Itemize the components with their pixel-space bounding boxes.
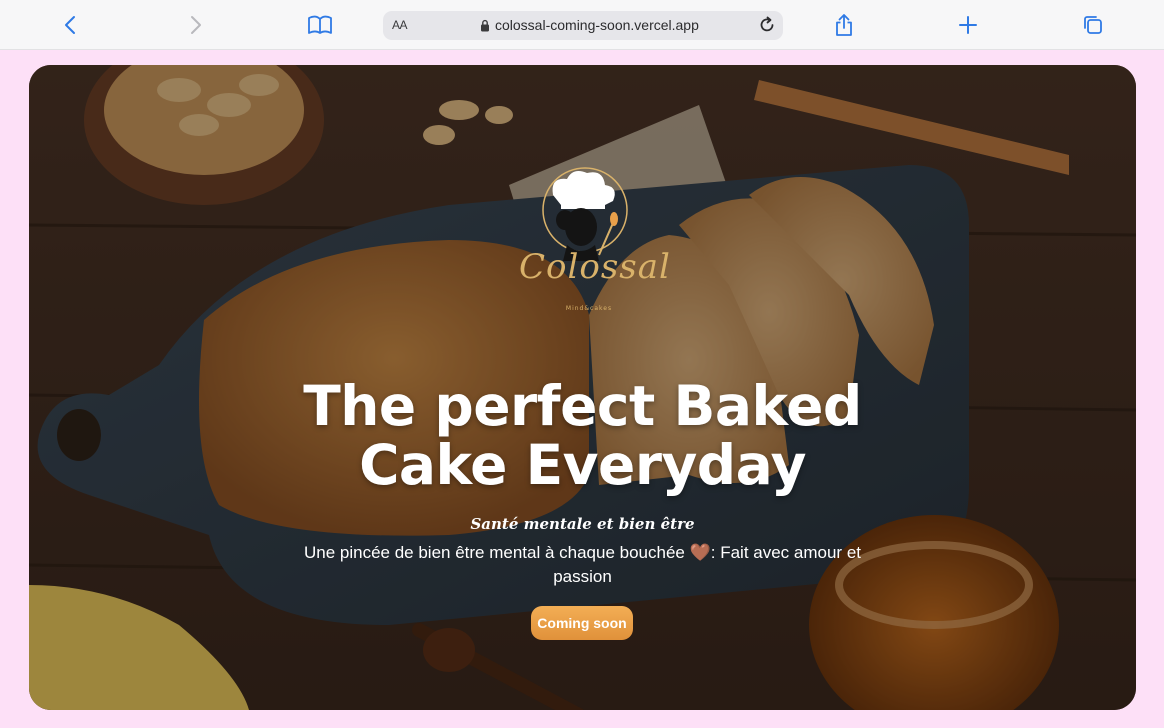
new-tab-icon xyxy=(959,16,977,34)
forward-icon xyxy=(191,16,201,34)
tabs-overview-button[interactable] xyxy=(1076,8,1110,42)
forward-button[interactable] xyxy=(178,8,212,42)
hero-section: Colossal Mind&cakes The perfect Baked Ca… xyxy=(29,65,1136,710)
logo-wordmark: Colossal xyxy=(519,247,671,287)
text-size-button[interactable]: AA xyxy=(392,18,408,32)
tabs-overview-icon xyxy=(1084,16,1102,34)
address-bar[interactable]: AA colossal-coming-soon.vercel.app xyxy=(383,11,783,40)
lock-icon xyxy=(481,19,489,32)
reload-icon[interactable] xyxy=(757,15,777,35)
bookmarks-icon xyxy=(308,15,332,34)
url-text: colossal-coming-soon.vercel.app xyxy=(495,17,699,33)
back-icon xyxy=(65,16,75,34)
coming-soon-button[interactable]: Coming soon xyxy=(531,606,633,640)
bookmarks-button[interactable] xyxy=(303,8,337,42)
hero-subtitle: Santé mentale et bien être xyxy=(470,515,695,533)
hero-description: Une pincée de bien être mental à chaque … xyxy=(303,543,861,586)
chef-logo-icon xyxy=(542,167,628,261)
share-button[interactable] xyxy=(827,8,861,42)
share-icon xyxy=(836,14,852,36)
back-button[interactable] xyxy=(54,8,88,42)
hero-headline: The perfect Baked Cake Everyday xyxy=(303,374,862,497)
browser-toolbar: AA colossal-coming-soon.vercel.app xyxy=(0,0,1164,50)
new-tab-button[interactable] xyxy=(951,8,985,42)
logo-tagline: Mind&cakes xyxy=(565,305,613,312)
